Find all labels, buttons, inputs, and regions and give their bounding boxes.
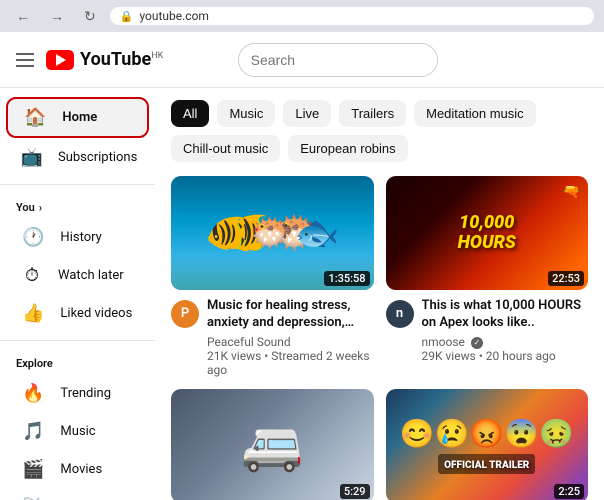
- topbar: YouTubeHK: [0, 32, 604, 88]
- divider-2: [0, 340, 155, 341]
- subscriptions-icon: 📺: [22, 147, 42, 168]
- video-thumb-3: 🚐 5:29: [171, 389, 374, 500]
- search-box: [238, 43, 438, 77]
- explore-section-label: Explore: [0, 349, 155, 374]
- video-title-2: This is what 10,000 HOURS on Apex looks …: [422, 298, 589, 332]
- history-icon: 🕐: [22, 227, 44, 248]
- channel-name-1: Peaceful Sound: [207, 335, 374, 349]
- sidebar-home-label: Home: [62, 110, 97, 125]
- yt-country: HK: [151, 51, 163, 61]
- channel-name-2: nmoose ✓: [422, 335, 589, 349]
- lock-icon: 🔒: [120, 10, 134, 23]
- trending-label: Trending: [60, 386, 111, 401]
- reload-button[interactable]: ↻: [78, 6, 102, 27]
- layout: 🏠 Home 📺 Subscriptions You › 🕐 History ⏱…: [0, 88, 604, 500]
- video-stats-2: 29K views • 20 hours ago: [422, 349, 589, 363]
- sidebar-item-live[interactable]: 📡 Live: [6, 489, 149, 500]
- video-title-1: Music for healing stress, anxiety and de…: [207, 298, 374, 332]
- topbar-center: [175, 43, 500, 77]
- chip-meditation[interactable]: Meditation music: [414, 100, 536, 127]
- you-chevron: ›: [39, 201, 42, 214]
- video-thumb-1: 🐠🐡🐟 1:35:58: [171, 176, 374, 290]
- liked-videos-icon: 👍: [22, 303, 44, 324]
- gun-emoji: 🔫: [563, 184, 580, 200]
- forward-button[interactable]: →: [44, 6, 70, 26]
- main-content: All Music Live Trailers Meditation music…: [155, 88, 604, 500]
- topbar-left: YouTubeHK: [12, 49, 163, 71]
- channel-avatar-1: P: [171, 300, 199, 328]
- sidebar-item-history[interactable]: 🕐 History: [6, 219, 149, 256]
- url-text: youtube.com: [139, 9, 209, 23]
- video-stats-1: 21K views • Streamed 2 weeks ago: [207, 349, 374, 377]
- movies-label: Movies: [60, 462, 102, 477]
- sidebar-item-liked-videos[interactable]: 👍 Liked videos: [6, 295, 149, 332]
- youtube-logo[interactable]: YouTubeHK: [46, 49, 163, 70]
- back-button[interactable]: ←: [10, 6, 36, 26]
- video-duration-1: 1:35:58: [324, 271, 369, 286]
- yt-icon: [46, 50, 74, 70]
- channel-avatar-2: n: [386, 300, 414, 328]
- sidebar-item-home[interactable]: 🏠 Home: [6, 97, 149, 138]
- sidebar-subscriptions-label: Subscriptions: [58, 150, 137, 165]
- fish-emoji: 🐠🐡🐟: [205, 212, 339, 254]
- hamburger-menu[interactable]: [12, 49, 38, 71]
- verified-badge-2: ✓: [471, 337, 483, 349]
- video-card-4[interactable]: 😊😢😡😨🤢 OFFICIAL TRAILER 2:25 P Inside Out…: [386, 389, 589, 500]
- sidebar-item-music[interactable]: 🎵 Music: [6, 413, 149, 450]
- video-grid: 🐠🐡🐟 1:35:58 P Music for healing stress, …: [171, 176, 588, 500]
- search-input[interactable]: [239, 52, 438, 68]
- history-label: History: [60, 230, 101, 245]
- apex-text: 10,000HOURS: [458, 213, 516, 253]
- sidebar-item-movies[interactable]: 🎬 Movies: [6, 451, 149, 488]
- home-icon: 🏠: [24, 107, 46, 128]
- insideout-overlay: OFFICIAL TRAILER: [438, 454, 535, 474]
- divider-1: [0, 184, 155, 185]
- video-info-2: n This is what 10,000 HOURS on Apex look…: [386, 298, 589, 363]
- watch-later-icon: ⏱: [22, 265, 42, 286]
- address-bar[interactable]: 🔒 youtube.com: [110, 7, 594, 25]
- music-label: Music: [60, 424, 95, 439]
- you-label: You: [16, 201, 35, 214]
- movies-icon: 🎬: [22, 459, 44, 480]
- sidebar-item-watch-later[interactable]: ⏱ Watch later: [6, 257, 149, 294]
- chip-all[interactable]: All: [171, 100, 209, 127]
- sidebar: 🏠 Home 📺 Subscriptions You › 🕐 History ⏱…: [0, 88, 155, 500]
- video-card-1[interactable]: 🐠🐡🐟 1:35:58 P Music for healing stress, …: [171, 176, 374, 377]
- video-info-1: P Music for healing stress, anxiety and …: [171, 298, 374, 377]
- chip-chillout[interactable]: Chill-out music: [171, 135, 280, 162]
- trending-icon: 🔥: [22, 383, 44, 404]
- insideout-emoji: 😊😢😡😨🤢: [400, 417, 574, 450]
- watch-later-label: Watch later: [58, 268, 124, 283]
- browser-bar: ← → ↻ 🔒 youtube.com: [0, 0, 604, 32]
- video-card-3[interactable]: 🚐 5:29 C New SMALLEST but BIGGEST Luxury…: [171, 389, 374, 500]
- van-emoji: 🚐: [241, 417, 303, 475]
- video-thumb-4: 😊😢😡😨🤢 OFFICIAL TRAILER 2:25: [386, 389, 589, 500]
- music-icon: 🎵: [22, 421, 44, 442]
- video-thumb-2: 10,000HOURS 🔫 22:53: [386, 176, 589, 290]
- chip-trailers[interactable]: Trailers: [339, 100, 406, 127]
- explore-label: Explore: [16, 357, 53, 370]
- sidebar-item-subscriptions[interactable]: 📺 Subscriptions: [6, 139, 149, 176]
- you-section-label[interactable]: You ›: [0, 193, 155, 218]
- video-duration-4: 2:25: [554, 484, 584, 499]
- video-duration-2: 22:53: [548, 271, 584, 286]
- liked-videos-label: Liked videos: [60, 306, 132, 321]
- yt-wordmark: YouTubeHK: [80, 49, 163, 70]
- sidebar-item-trending[interactable]: 🔥 Trending: [6, 375, 149, 412]
- video-card-2[interactable]: 10,000HOURS 🔫 22:53 n This is what 10,00…: [386, 176, 589, 377]
- video-meta-2: This is what 10,000 HOURS on Apex looks …: [422, 298, 589, 363]
- chip-live[interactable]: Live: [283, 100, 331, 127]
- chip-music[interactable]: Music: [217, 100, 275, 127]
- video-meta-1: Music for healing stress, anxiety and de…: [207, 298, 374, 377]
- chip-robins[interactable]: European robins: [288, 135, 407, 162]
- video-duration-3: 5:29: [340, 484, 370, 499]
- filter-chips: All Music Live Trailers Meditation music…: [171, 100, 588, 162]
